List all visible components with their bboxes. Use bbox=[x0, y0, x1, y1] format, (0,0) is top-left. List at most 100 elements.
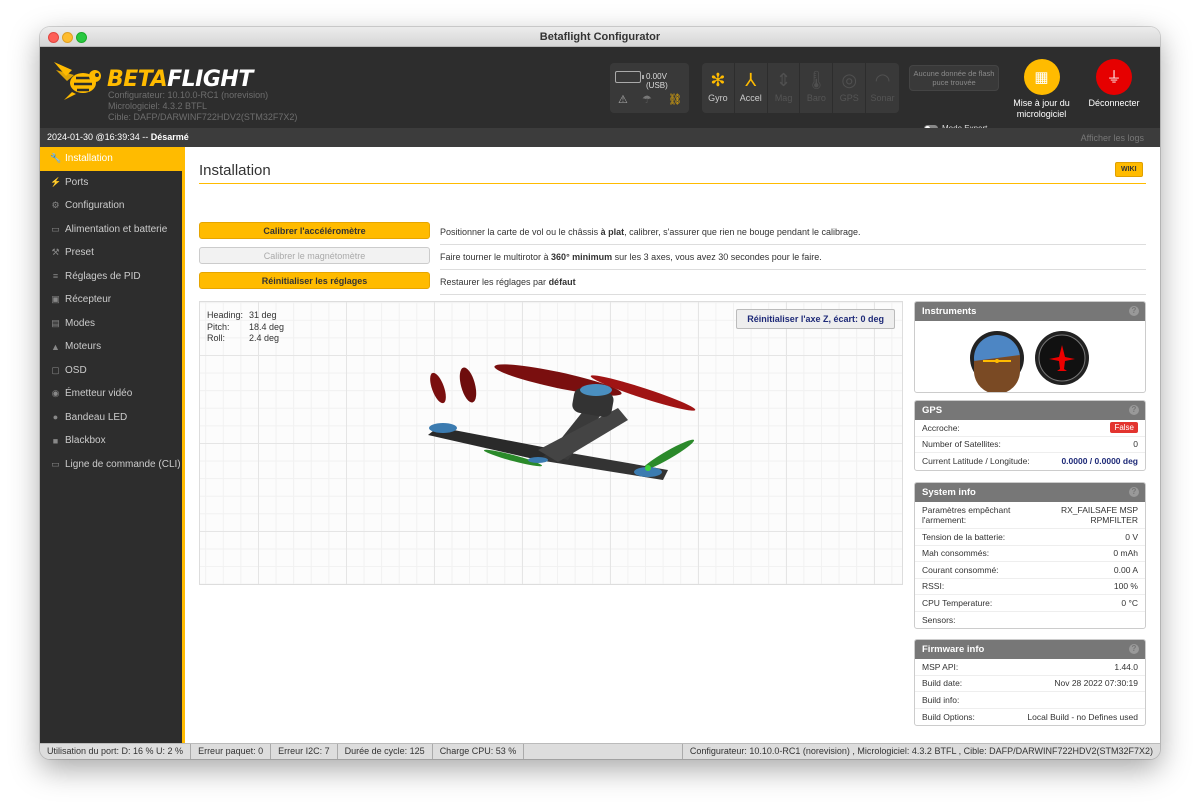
sidebar-item-vtx[interactable]: ◉ Émetteur vidéo bbox=[40, 382, 182, 406]
cpu-temp-row: CPU Temperature: 0 °C bbox=[915, 595, 1145, 612]
disconnect-button[interactable]: ⏚ Déconnecter bbox=[1084, 59, 1144, 109]
sidebar-item-preset[interactable]: ⚒ Preset bbox=[40, 241, 182, 265]
vtx-icon: ◉ bbox=[51, 388, 60, 399]
sensor-sonar: ◠ Sonar bbox=[866, 63, 899, 113]
sensor-indicators: ✻ Gyro ⅄ Accel ⇕ Mag 🌡 Baro ◎ GPS ◠ Sona… bbox=[702, 63, 899, 113]
sensor-gps: ◎ GPS bbox=[833, 63, 867, 113]
sidebar-item-motors[interactable]: ▲ Moteurs bbox=[40, 335, 182, 359]
led-icon: ● bbox=[52, 412, 59, 423]
battery-voltage-row: Tension de la batterie: 0 V bbox=[915, 529, 1145, 546]
mag-icon: ⇕ bbox=[776, 70, 792, 90]
sidebar-item-blackbox[interactable]: ■ Blackbox bbox=[40, 429, 182, 453]
sensor-baro: 🌡 Baro bbox=[800, 63, 834, 113]
help-icon[interactable]: ? bbox=[1129, 644, 1139, 654]
help-icon[interactable]: ? bbox=[1129, 306, 1139, 316]
chip-icon: ▦ bbox=[1023, 59, 1060, 95]
gps-panel: GPS? Accroche: False Number of Satellites… bbox=[914, 400, 1146, 471]
build-date-row: Build date: Nov 28 2022 07:30:19 bbox=[915, 676, 1145, 692]
quadcopter-model bbox=[428, 364, 696, 480]
sensor-mag: ⇕ Mag bbox=[768, 63, 801, 113]
gps-latlon-row: Current Latitude / Longitude: 0.0000 / 0.… bbox=[922, 456, 1138, 467]
bee-logo-icon bbox=[54, 62, 101, 100]
msp-api-row: MSP API: 1.44.0 bbox=[915, 659, 1145, 676]
sonar-icon: ◠ bbox=[874, 70, 891, 90]
port-usage: Utilisation du port: D: 16 % U: 2 % bbox=[40, 744, 192, 759]
sidebar-item-configuration[interactable]: ⚙ Configuration bbox=[40, 194, 182, 218]
build-options-row: Build Options: Local Build - no Defines u… bbox=[922, 711, 1138, 722]
calibrate-accelerometer-button[interactable]: Calibrer l'accéléromètre bbox=[199, 222, 430, 239]
system-info-panel: System info? Paramètres empêchant l'arme… bbox=[914, 482, 1146, 629]
rssi-row: RSSI: 100 % bbox=[915, 579, 1145, 595]
plug-icon: ⚡ bbox=[50, 176, 62, 187]
page-title: Installation bbox=[199, 162, 271, 179]
receiver-icon: ▣ bbox=[51, 294, 60, 305]
sensor-accel: ⅄ Accel bbox=[735, 63, 768, 113]
preset-icon: ⚒ bbox=[51, 247, 60, 258]
help-icon[interactable]: ? bbox=[1129, 405, 1139, 415]
battery-icon: ▭ bbox=[51, 223, 60, 234]
wrench-icon: 🔧 bbox=[50, 153, 62, 164]
pitch-value: 18.4 deg bbox=[249, 321, 285, 332]
sidebar-item-modes[interactable]: ▤ Modes bbox=[40, 312, 182, 336]
sidebar-item-pid[interactable]: ≡ Réglages de PID bbox=[40, 265, 182, 289]
blackbox-icon: ■ bbox=[52, 435, 59, 446]
instruments-panel: Instruments? bbox=[914, 301, 1146, 393]
sidebar-item-installation[interactable]: 🔧 Installation bbox=[40, 147, 182, 171]
attitude-readout: Heading: 31 deg Pitch: 18.4 deg Roll: 2.4 d… bbox=[207, 310, 285, 343]
armed-state: Désarmé bbox=[150, 132, 189, 142]
gps-fix-row: Accroche: False bbox=[915, 420, 1145, 437]
bottom-status-bar: Utilisation du port: D: 16 % U: 2 % Erre… bbox=[40, 743, 1160, 759]
heading-value: 31 deg bbox=[249, 310, 277, 320]
i2c-error: Erreur I2C: 7 bbox=[271, 744, 338, 759]
help-icon[interactable]: ? bbox=[1129, 487, 1139, 497]
sidebar-item-led[interactable]: ● Bandeau LED bbox=[40, 406, 182, 430]
reset-z-axis-button[interactable]: Réinitialiser l'axe Z, écart: 0 deg bbox=[736, 309, 895, 329]
app-window: Betaflight Configurator BETAFLIGHT Confi… bbox=[40, 27, 1160, 759]
calibrate-accelerometer-desc: Positionner la carte de vol ou le châssi… bbox=[440, 221, 1146, 245]
sidebar-item-ports[interactable]: ⚡ Ports bbox=[40, 171, 182, 195]
cpu-load: Charge CPU: 53 % bbox=[433, 744, 525, 759]
brand-wordmark: BETAFLIGHT bbox=[107, 67, 253, 92]
window-title: Betaflight Configurator bbox=[539, 31, 661, 43]
baro-icon: 🌡 bbox=[804, 70, 828, 90]
usb-icon: ⏚ bbox=[1096, 59, 1132, 95]
show-logs-link[interactable]: Afficher les logs bbox=[1081, 133, 1144, 143]
sidebar-item-cli[interactable]: ▭ Ligne de commande (CLI) bbox=[40, 453, 182, 477]
gps-sats-row: Number of Satellites: 0 bbox=[915, 437, 1145, 453]
sidebar-item-receiver[interactable]: ▣ Récepteur bbox=[40, 288, 182, 312]
title-divider bbox=[199, 183, 1146, 184]
gear-icon: ⚙ bbox=[51, 200, 60, 211]
datetime: 2024-01-30 @16:39:34 -- bbox=[47, 132, 149, 142]
firmware-update-button[interactable]: ▦ Mise à jour du micrologiciel bbox=[1010, 59, 1073, 120]
version-summary: Configurateur: 10.10.0-RC1 (norevision) … bbox=[681, 744, 1160, 759]
build-info-row: Build info: bbox=[915, 692, 1145, 709]
wiki-button[interactable]: WIKI bbox=[1115, 162, 1143, 177]
sliders-icon: ≡ bbox=[52, 271, 59, 282]
gyro-icon: ✻ bbox=[710, 70, 726, 90]
battery-voltage: 0.00V (USB) bbox=[646, 72, 668, 90]
calibrate-magnetometer-desc: Faire tourner le multirotor à 360° minim… bbox=[440, 246, 1146, 270]
dataflash-status: Aucune donnée de flash puce trouvée bbox=[909, 65, 999, 91]
calibrate-magnetometer-button[interactable]: Calibrer le magnétomètre bbox=[199, 247, 430, 264]
roll-value: 2.4 deg bbox=[249, 333, 280, 343]
sidebar-item-osd[interactable]: ▢ OSD bbox=[40, 359, 182, 383]
sidebar-item-power[interactable]: ▭ Alimentation et batterie bbox=[40, 218, 182, 242]
instrument-gauges bbox=[970, 331, 1089, 392]
current-row: Courant consommé: 0.00 A bbox=[915, 562, 1145, 579]
arming-flags-row: Paramètres empêchant l'armement: RX_FAILS… bbox=[915, 502, 1145, 529]
reset-settings-desc: Restaurer les réglages par défaut bbox=[440, 271, 1146, 295]
app-header: BETAFLIGHT Configurateur: 10.10.0-RC1 (n… bbox=[40, 47, 1160, 133]
link-icon: ⛓ bbox=[668, 94, 682, 106]
battery-status: 0.00V (USB) ⚠ ☂ ⛓ bbox=[610, 63, 689, 113]
battery-icon bbox=[615, 71, 644, 83]
accel-icon: ⅄ bbox=[745, 70, 757, 90]
version-info: Configurateur: 10.10.0-RC1 (norevision) … bbox=[108, 90, 297, 123]
main-content: Installation WIKI Calibrer l'accéléromèt… bbox=[185, 147, 1160, 743]
sidebar: 🔧 Installation ⚡ Ports ⚙ Configuration ▭ Ali… bbox=[40, 147, 185, 743]
osd-icon: ▢ bbox=[51, 364, 60, 375]
mah-row: Mah consommés: 0 mAh bbox=[915, 546, 1145, 562]
cycle-time: Durée de cycle: 125 bbox=[338, 744, 433, 759]
firmware-version: Micrologiciel: 4.3.2 BTFL bbox=[108, 101, 208, 111]
model-view: Heading: 31 deg Pitch: 18.4 deg Roll: 2.4 d… bbox=[199, 301, 903, 585]
reset-settings-button[interactable]: Réinitialiser les réglages bbox=[199, 272, 430, 289]
